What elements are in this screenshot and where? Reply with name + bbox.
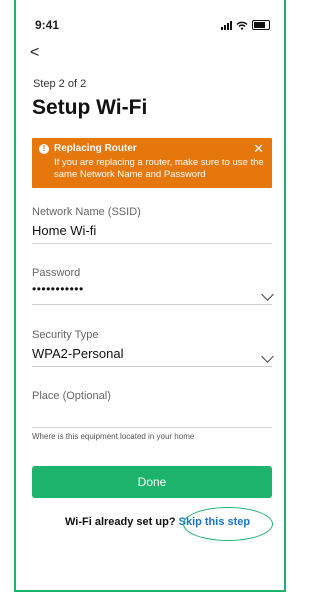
signal-icon (221, 21, 232, 30)
banner-title: Replacing Router (54, 143, 137, 154)
replacing-router-banner: ! Replacing Router If you are replacing … (32, 138, 272, 188)
skip-highlight-circle (183, 507, 273, 541)
page-title: Setup Wi-Fi (32, 96, 148, 119)
wifi-icon (236, 21, 248, 30)
network-name-value[interactable]: Home Wi-fi (32, 223, 272, 238)
close-icon[interactable]: ✕ (253, 141, 264, 157)
place-label: Place (Optional) (32, 390, 111, 402)
step-indicator: Step 2 of 2 (33, 78, 87, 90)
password-value[interactable]: ••••••••••• (32, 282, 272, 296)
password-field[interactable]: Password ••••••••••• (32, 267, 274, 305)
phone-frame: 9:41 < Step 2 of 2 Setup Wi-Fi ! Replaci… (14, 0, 286, 592)
status-bar: 9:41 (35, 18, 270, 32)
password-label: Password (32, 267, 81, 279)
battery-icon (252, 20, 270, 30)
done-button[interactable]: Done (32, 466, 272, 498)
security-type-value[interactable]: WPA2-Personal (32, 346, 272, 361)
back-button[interactable]: < (30, 44, 39, 62)
already-setup-text: Wi-Fi already set up? (65, 516, 176, 528)
status-icons (221, 20, 270, 30)
security-type-select[interactable]: Security Type WPA2-Personal (32, 329, 274, 367)
security-type-label: Security Type (32, 329, 99, 341)
status-time: 9:41 (35, 18, 60, 32)
place-field[interactable]: Place (Optional) (32, 390, 272, 428)
network-name-field[interactable]: Network Name (SSID) Home Wi-fi (32, 206, 272, 244)
banner-text: If you are replacing a router, make sure… (54, 157, 264, 180)
network-name-label: Network Name (SSID) (32, 206, 141, 218)
place-hint: Where is this equipment located in your … (32, 432, 195, 441)
alert-icon: ! (39, 144, 49, 154)
